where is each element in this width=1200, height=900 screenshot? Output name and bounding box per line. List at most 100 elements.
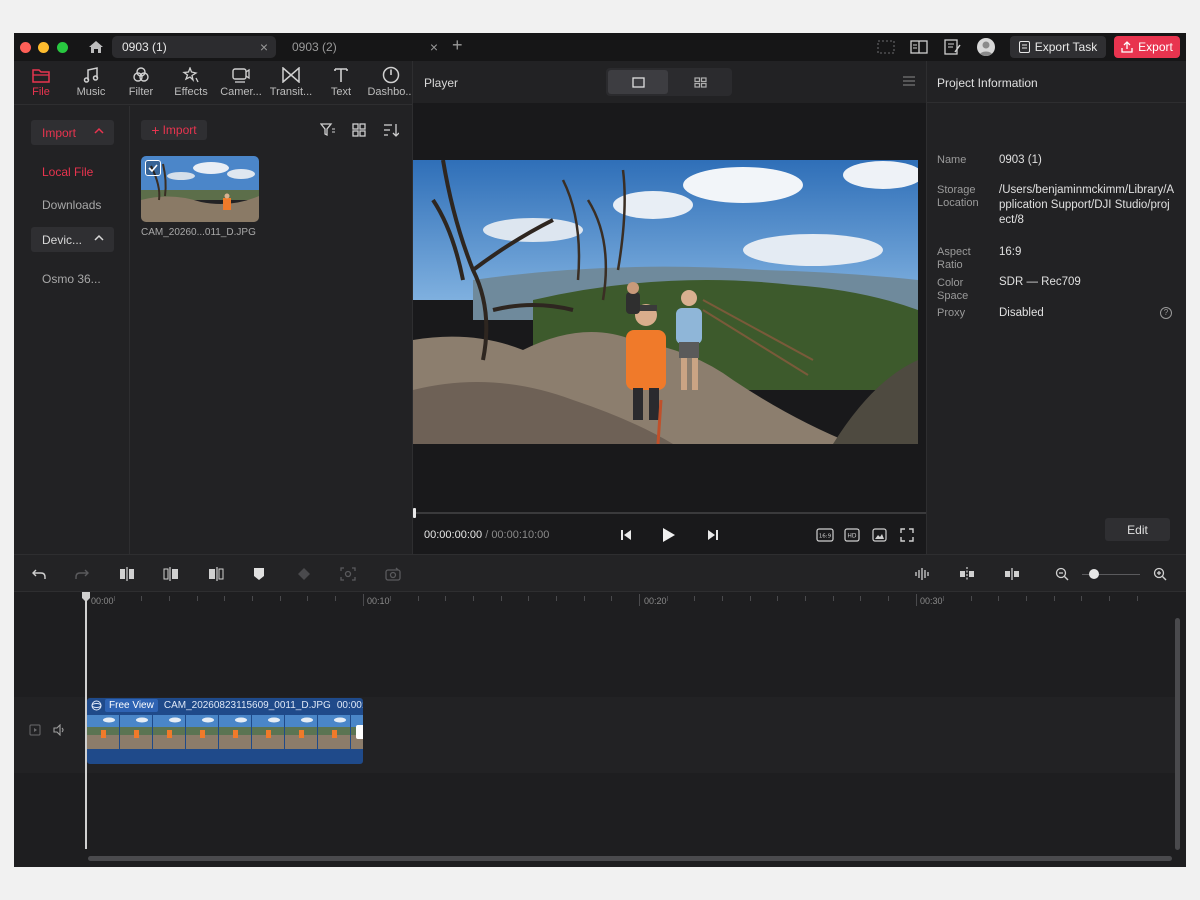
keyframe-diamond-icon <box>298 568 310 580</box>
zoom-out-button[interactable] <box>1053 565 1071 583</box>
vertical-scrollbar[interactable] <box>1175 618 1180 850</box>
notes-edit-icon[interactable] <box>943 38 963 56</box>
ai-tracking-button[interactable] <box>384 565 402 583</box>
split-icon <box>120 567 134 581</box>
redo-icon <box>75 569 89 579</box>
previous-frame-button[interactable] <box>616 526 636 544</box>
playback-progress-bar[interactable] <box>413 508 927 518</box>
trim-start-button[interactable] <box>162 565 180 583</box>
filmstrip-frame <box>120 715 152 749</box>
link-clips-button[interactable] <box>1003 565 1021 583</box>
snap-button[interactable] <box>958 565 976 583</box>
ruler-tick <box>196 596 198 601</box>
track-audio-toggle[interactable] <box>53 723 67 737</box>
export-button[interactable]: Export <box>1114 36 1180 58</box>
device-category-toggle[interactable]: Devic... <box>31 227 114 252</box>
trim-end-button[interactable] <box>207 565 225 583</box>
redo-button[interactable] <box>73 565 91 583</box>
grid-view-icon[interactable] <box>350 122 368 138</box>
ruler-tick <box>777 596 779 601</box>
export-task-button[interactable]: Export Task <box>1010 36 1106 58</box>
play-button[interactable] <box>659 526 679 544</box>
zoom-in-button[interactable] <box>1151 565 1169 583</box>
user-icon <box>979 41 993 56</box>
snapshot-button[interactable] <box>869 526 889 544</box>
keyframe-button[interactable] <box>295 565 313 583</box>
tool-filter[interactable]: Filter <box>116 65 166 98</box>
tool-camera-movement[interactable]: Camer... <box>216 65 266 98</box>
ruler-tick <box>887 596 889 601</box>
thumbnail-checkbox[interactable] <box>145 160 161 176</box>
edit-button[interactable]: Edit <box>1105 518 1170 541</box>
tool-file[interactable]: File <box>16 65 66 98</box>
ruler-tick <box>417 596 419 601</box>
tool-effects[interactable]: Effects <box>166 65 216 98</box>
tool-transitions[interactable]: Transit... <box>266 65 316 98</box>
folder-icon <box>32 68 50 83</box>
horizontal-scrollbar[interactable] <box>88 856 1172 861</box>
import-category-toggle[interactable]: Import <box>31 120 114 145</box>
panel-layout-icon[interactable] <box>876 38 896 56</box>
close-icon[interactable]: × <box>260 39 268 55</box>
multi-view-button[interactable] <box>670 70 730 94</box>
filter-sort-icon[interactable] <box>319 122 337 138</box>
time-separator: / <box>485 529 489 541</box>
aspect-ratio-button[interactable]: 16:9 <box>815 526 835 544</box>
free-view-badge: Free View <box>105 699 158 712</box>
sidebar-item-osmo-device[interactable]: Osmo 36... <box>42 272 101 286</box>
zoom-slider-handle[interactable] <box>1089 569 1099 579</box>
book-icon[interactable] <box>909 38 929 56</box>
home-button[interactable] <box>84 36 108 58</box>
timeline-ruler[interactable]: 00:00 00:10 00:20 00:30 <box>14 592 1186 610</box>
maximize-window-button[interactable] <box>56 42 68 53</box>
player-menu-button[interactable] <box>903 75 915 89</box>
marker-button[interactable] <box>250 565 268 583</box>
clip-trim-handle[interactable] <box>356 725 363 739</box>
plus-icon: + <box>151 122 160 138</box>
timeline-area[interactable]: 00:00 00:10 00:20 00:30 Free View CAM_20… <box>14 592 1186 867</box>
tool-text[interactable]: Text <box>316 65 366 98</box>
track-visibility-toggle[interactable] <box>28 723 42 737</box>
user-avatar[interactable] <box>977 38 995 56</box>
source-sidebar: Import Local File Downloads Devic... Osm… <box>14 106 130 554</box>
import-button[interactable]: + Import <box>141 120 207 140</box>
text-icon <box>334 68 348 82</box>
split-button[interactable] <box>118 565 136 583</box>
info-value-color-space: SDR — Rec709 <box>999 276 1081 288</box>
progress-handle[interactable] <box>413 508 416 518</box>
close-window-button[interactable] <box>20 42 31 53</box>
sidebar-item-downloads[interactable]: Downloads <box>42 198 101 212</box>
timeline-clip[interactable]: Free View CAM_20260823115609_0011_D.JPG … <box>87 698 363 764</box>
sparkle-icon <box>182 67 199 83</box>
home-icon <box>89 41 103 53</box>
transition-icon <box>282 67 300 83</box>
close-icon[interactable]: × <box>430 39 438 55</box>
ruler-tick <box>943 596 945 601</box>
project-information-panel: Project Information Name 0903 (1) Storag… <box>926 61 1186 554</box>
ruler-label: 00:20 <box>644 596 667 606</box>
media-thumbnail[interactable] <box>141 156 259 222</box>
undo-button[interactable] <box>30 565 48 583</box>
info-key-storage: Storage Location <box>937 184 979 209</box>
sidebar-item-local-file[interactable]: Local File <box>42 165 93 179</box>
sort-icon[interactable] <box>382 122 400 138</box>
tool-label: Music <box>76 86 106 98</box>
audio-waveform-button[interactable] <box>913 565 931 583</box>
tab-project-1[interactable]: 0903 (1) × <box>112 36 276 58</box>
tab-project-2[interactable]: 0903 (2) × <box>282 36 446 58</box>
filmstrip-frame <box>219 715 251 749</box>
fullscreen-button[interactable] <box>897 526 917 544</box>
tool-music[interactable]: Music <box>66 65 116 98</box>
next-frame-button[interactable] <box>703 526 723 544</box>
video-preview[interactable] <box>413 160 918 444</box>
help-icon[interactable]: ? <box>1160 307 1172 319</box>
info-value-proxy: Disabled <box>999 307 1044 319</box>
quality-button[interactable]: HD <box>842 526 862 544</box>
new-tab-button[interactable]: + <box>452 35 463 56</box>
single-view-button[interactable] <box>608 70 668 94</box>
ruler-tick <box>721 596 723 601</box>
playhead[interactable] <box>85 595 87 849</box>
reframe-button[interactable] <box>339 565 357 583</box>
minimize-window-button[interactable] <box>38 42 50 53</box>
tool-dashboard[interactable]: Dashbo... <box>366 65 416 98</box>
